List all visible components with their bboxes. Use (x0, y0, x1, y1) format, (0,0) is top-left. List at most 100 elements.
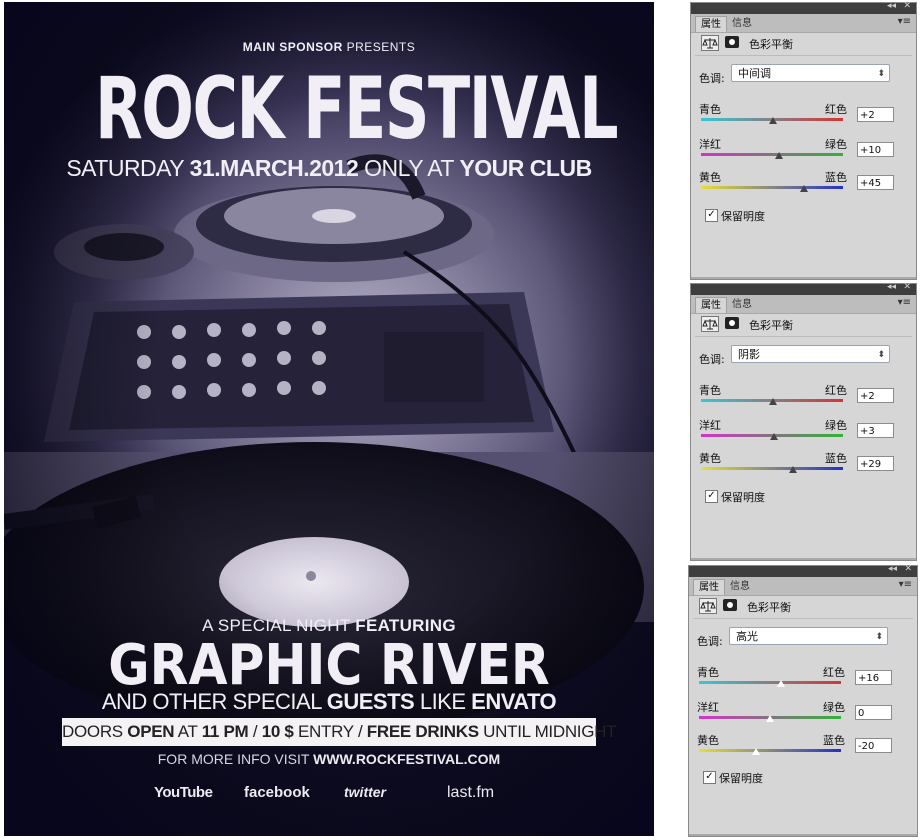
balance-scale-icon (701, 35, 719, 51)
tone-select-value: 阴影 (738, 348, 760, 361)
collapse-icon[interactable]: ◂◂ (887, 282, 896, 292)
slider-thumb[interactable] (751, 748, 760, 755)
preserve-luminosity-label: 保留明度 (719, 772, 763, 785)
properties-panel: ◂◂ ✕ 属性 信息 ▾≡ 色彩平衡 色调: 高光 ⬍ 青色 红色 +16 洋红 绿色 0… (688, 564, 918, 837)
slider-thumb[interactable] (769, 398, 778, 405)
slider-thumb[interactable] (788, 466, 797, 473)
collapse-icon[interactable]: ◂◂ (887, 1, 896, 11)
tone-label: 色调: (699, 72, 725, 85)
adjustment-header: 色彩平衡 (695, 314, 912, 337)
slider-right-label: 绿色 (823, 701, 845, 714)
lastfm-logo: last.fm (447, 784, 495, 801)
panel-tabs: 属性 信息 ▾≡ (689, 577, 917, 596)
slider-right-label: 红色 (825, 103, 847, 116)
properties-panel: ◂◂ ✕ 属性 信息 ▾≡ 色彩平衡 色调: 阴影 ⬍ 青色 红色 +2 洋红 绿色 +3… (690, 282, 917, 561)
slider-thumb[interactable] (770, 433, 779, 440)
slider-value-field[interactable]: +2 (857, 107, 894, 122)
slider-right-label: 绿色 (825, 419, 847, 432)
balance-scale-icon (699, 598, 717, 614)
panel-titlebar: ◂◂ ✕ (689, 564, 917, 577)
slider-right-label: 蓝色 (825, 171, 847, 184)
adjustment-header: 色彩平衡 (695, 33, 912, 56)
guests-line: AND OTHER SPECIAL GUESTS LIKE ENVATO (101, 689, 557, 714)
slider-left-label: 洋红 (699, 419, 721, 432)
slider-thumb[interactable] (766, 715, 774, 722)
panel-menu-icon[interactable]: ▾≡ (899, 579, 912, 590)
panel-titlebar: ◂◂ ✕ (691, 282, 916, 295)
adjustment-title: 色彩平衡 (747, 601, 791, 614)
slider-value-field[interactable]: +16 (855, 670, 892, 685)
slider-track[interactable] (699, 681, 841, 684)
slider-right-label: 红色 (825, 384, 847, 397)
layer-mask-icon[interactable] (723, 599, 737, 611)
panel-tabs: 属性 信息 ▾≡ (691, 295, 916, 314)
close-icon[interactable]: ✕ (904, 564, 912, 574)
slider-left-label: 黄色 (699, 452, 721, 465)
slider-thumb[interactable] (799, 185, 808, 192)
slider-thumb[interactable] (777, 680, 786, 687)
flyer-image: MAIN SPONSOR PRESENTS ROCK FESTIVAL SATU… (4, 2, 654, 836)
slider-left-label: 黄色 (697, 734, 719, 747)
tone-label: 色调: (699, 353, 725, 366)
slider-value-field[interactable]: 0 (855, 705, 892, 720)
preserve-luminosity-checkbox[interactable]: ✓ (705, 490, 718, 503)
slider-value-field[interactable]: +10 (857, 142, 894, 157)
panel-bottom-edge (691, 558, 916, 560)
adjustment-title: 色彩平衡 (749, 38, 793, 51)
collapse-icon[interactable]: ◂◂ (888, 564, 897, 574)
preserve-luminosity-checkbox[interactable]: ✓ (705, 209, 718, 222)
slider-right-label: 绿色 (825, 138, 847, 151)
panel-bottom-edge (691, 277, 916, 279)
tone-select[interactable]: 中间调 ⬍ (731, 64, 890, 82)
panel-menu-icon[interactable]: ▾≡ (898, 297, 911, 308)
tab-info[interactable]: 信息 (727, 16, 757, 31)
close-icon[interactable]: ✕ (903, 1, 911, 11)
tab-properties[interactable]: 属性 (695, 16, 727, 32)
updown-arrows-icon: ⬍ (877, 69, 885, 79)
slider-thumb[interactable] (769, 117, 778, 124)
slider-value-field[interactable]: +2 (857, 388, 894, 403)
slider-right-label: 红色 (823, 666, 845, 679)
preserve-luminosity-label: 保留明度 (721, 491, 765, 504)
slider-value-field[interactable]: -20 (855, 738, 892, 753)
poster-title: ROCK FESTIVAL (94, 59, 619, 159)
close-icon[interactable]: ✕ (903, 282, 911, 292)
slider-left-label: 黄色 (699, 171, 721, 184)
panel-titlebar: ◂◂ ✕ (691, 1, 916, 14)
adjustment-header: 色彩平衡 (693, 596, 913, 619)
layer-mask-icon[interactable] (725, 36, 739, 48)
slider-value-field[interactable]: +3 (857, 423, 894, 438)
updown-arrows-icon: ⬍ (877, 350, 885, 360)
properties-panel: ◂◂ ✕ 属性 信息 ▾≡ 色彩平衡 色调: 中间调 ⬍ 青色 红色 +2 洋红 绿色 +… (690, 1, 917, 280)
doors-info-bar: DOORS OPEN AT 11 PM / 10 $ ENTRY / FREE … (62, 718, 617, 746)
tone-select-value: 高光 (736, 630, 758, 643)
slider-left-label: 青色 (697, 666, 719, 679)
tone-select[interactable]: 阴影 ⬍ (731, 345, 890, 363)
panel-menu-icon[interactable]: ▾≡ (898, 16, 911, 27)
preserve-luminosity-checkbox[interactable]: ✓ (703, 771, 716, 784)
slider-track[interactable] (701, 186, 843, 189)
tone-select-value: 中间调 (738, 67, 771, 80)
slider-value-field[interactable]: +45 (857, 175, 894, 190)
slider-left-label: 洋红 (697, 701, 719, 714)
slider-track[interactable] (699, 749, 841, 752)
tab-properties[interactable]: 属性 (695, 297, 727, 313)
tone-label: 色调: (697, 635, 723, 648)
slider-track[interactable] (701, 153, 843, 156)
sponsor-line: MAIN SPONSOR PRESENTS (242, 40, 416, 54)
tab-info[interactable]: 信息 (725, 579, 755, 594)
tab-properties[interactable]: 属性 (693, 579, 725, 595)
preserve-luminosity-label: 保留明度 (721, 210, 765, 223)
tone-select[interactable]: 高光 ⬍ (729, 627, 888, 645)
tab-info[interactable]: 信息 (727, 297, 757, 312)
layer-mask-icon[interactable] (725, 317, 739, 329)
slider-value-field[interactable]: +29 (857, 456, 894, 471)
more-info-line: FOR MORE INFO VISIT WWW.ROCKFESTIVAL.COM (157, 751, 501, 767)
slider-left-label: 青色 (699, 103, 721, 116)
event-dateline: SATURDAY 31.MARCH.2012 ONLY AT YOUR CLUB (66, 155, 592, 181)
adjustment-title: 色彩平衡 (749, 319, 793, 332)
slider-thumb[interactable] (775, 152, 784, 159)
slider-left-label: 青色 (699, 384, 721, 397)
slider-track[interactable] (701, 467, 843, 470)
twitter-logo: twitter (344, 784, 386, 800)
